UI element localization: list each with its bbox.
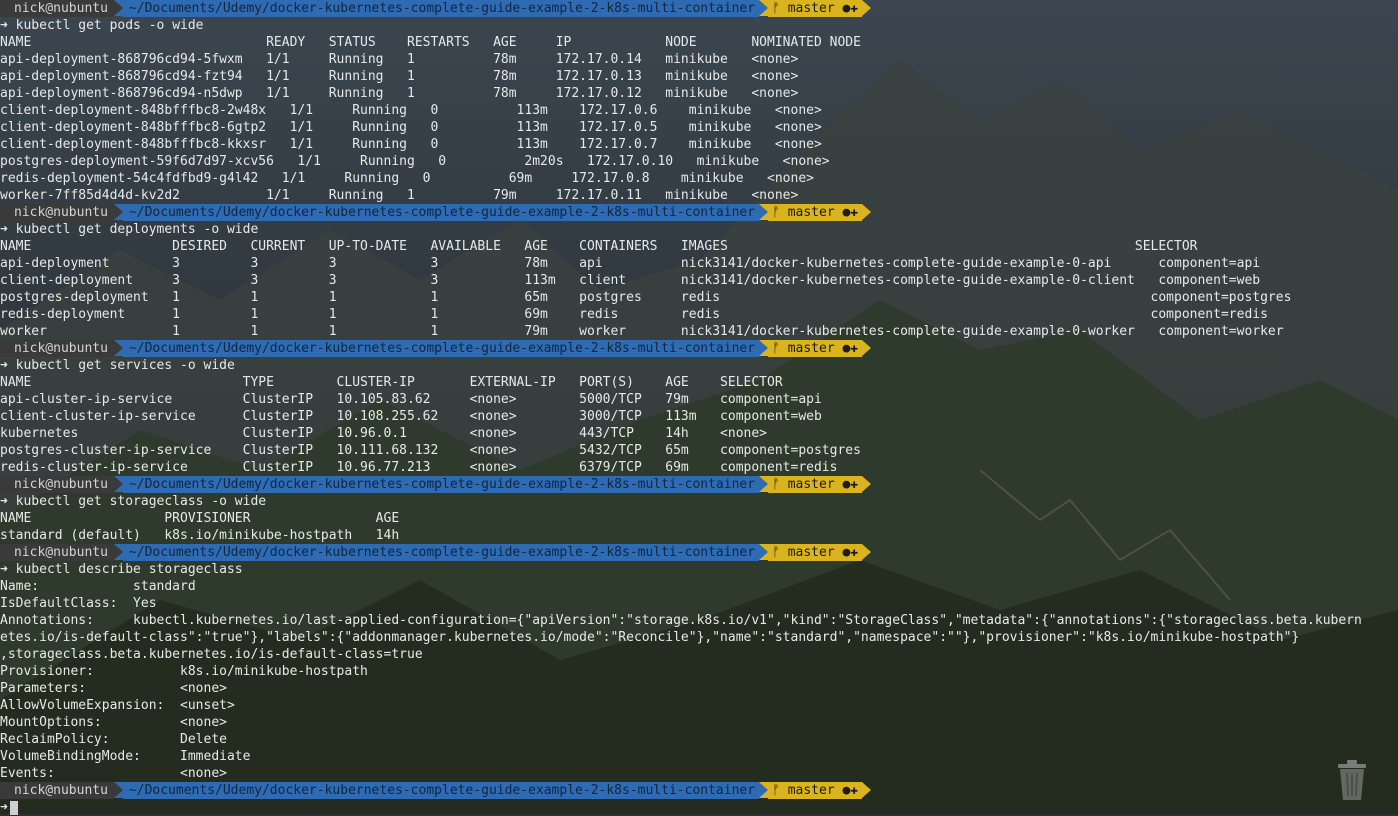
input-line[interactable]: ➜ xyxy=(0,799,1398,816)
prompt-user: nick@nubuntu xyxy=(0,782,114,799)
command-text: kubectl get deployments -o wide xyxy=(7,222,259,237)
output-line: api-deployment-868796cd94-5fwxm 1/1 Runn… xyxy=(0,52,799,67)
output-line: api-deployment-868796cd94-fzt94 1/1 Runn… xyxy=(0,69,799,84)
prompt-arrow: ➜ xyxy=(0,494,8,509)
command-line: ➜ kubectl get pods -o wide xyxy=(0,17,1398,34)
output-line: MountOptions: <none> xyxy=(0,715,227,730)
output-line: ReclaimPolicy: Delete xyxy=(0,732,227,747)
output-header: Name: standard xyxy=(0,579,196,594)
prompt-user: nick@nubuntu xyxy=(0,340,114,357)
prompt-user: nick@nubuntu xyxy=(0,204,114,221)
output-line: worker-7ff85d4d4d-kv2d2 1/1 Running 1 79… xyxy=(0,188,799,203)
powerline-separator xyxy=(113,204,123,220)
cursor xyxy=(9,800,18,815)
git-branch: ᚠ master ●✚ xyxy=(768,476,863,493)
git-branch: ᚠ master ●✚ xyxy=(768,544,863,561)
powerline-separator xyxy=(759,204,769,220)
output-line: postgres-deployment 1 1 1 1 65m postgres… xyxy=(0,290,1292,305)
powerline-separator xyxy=(759,0,769,16)
prompt-line: nick@nubuntu ~/Documents/Udemy/docker-kub… xyxy=(0,782,1398,799)
output-line: Annotations: kubectl.kubernetes.io/last-… xyxy=(0,613,1362,628)
output-line: AllowVolumeExpansion: <unset> xyxy=(0,698,235,713)
output-line: api-deployment 3 3 3 3 78m api nick3141/… xyxy=(0,256,1261,271)
output-line: client-deployment 3 3 3 3 113m client ni… xyxy=(0,273,1261,288)
prompt-user: nick@nubuntu xyxy=(0,544,114,561)
output-header: NAME READY STATUS RESTARTS AGE IP NODE N… xyxy=(0,35,861,50)
powerline-separator xyxy=(113,340,123,356)
output-line: VolumeBindingMode: Immediate xyxy=(0,749,251,764)
output-line: redis-deployment 1 1 1 1 69m redis redis… xyxy=(0,307,1268,322)
prompt-line: nick@nubuntu ~/Documents/Udemy/docker-kub… xyxy=(0,204,1398,221)
output-line: ,storageclass.beta.kubernetes.io/is-defa… xyxy=(0,647,423,662)
terminal-output[interactable]: nick@nubuntu ~/Documents/Udemy/docker-kub… xyxy=(0,0,1398,816)
git-branch: ᚠ master ●✚ xyxy=(768,204,863,221)
command-line: ➜ kubectl get storageclass -o wide xyxy=(0,493,1398,510)
powerline-separator xyxy=(759,544,769,560)
powerline-separator xyxy=(759,782,769,798)
prompt-line: nick@nubuntu ~/Documents/Udemy/docker-kub… xyxy=(0,476,1398,493)
output-line: Parameters: <none> xyxy=(0,681,227,696)
command-line: ➜ kubectl get services -o wide xyxy=(0,357,1398,374)
powerline-separator xyxy=(862,0,872,16)
output-line: IsDefaultClass: Yes xyxy=(0,596,157,611)
prompt-arrow: ➜ xyxy=(0,18,8,33)
output-line: standard (default) k8s.io/minikube-hostp… xyxy=(0,528,400,543)
powerline-separator xyxy=(759,340,769,356)
output-line: redis-deployment-54c4fdfbd9-g4l42 1/1 Ru… xyxy=(0,171,814,186)
prompt-arrow: ➜ xyxy=(0,358,8,373)
powerline-separator xyxy=(113,0,123,16)
powerline-separator xyxy=(862,544,872,560)
powerline-separator xyxy=(113,782,123,798)
output-line: etes.io/is-default-class":"true"},"label… xyxy=(0,630,1300,645)
output-line: postgres-cluster-ip-service ClusterIP 10… xyxy=(0,443,861,458)
command-text: kubectl get services -o wide xyxy=(7,358,235,373)
prompt-path: ~/Documents/Udemy/docker-kubernetes-comp… xyxy=(122,0,760,17)
powerline-separator xyxy=(862,340,872,356)
output-line: kubernetes ClusterIP 10.96.0.1 <none> 44… xyxy=(0,426,768,441)
prompt-path: ~/Documents/Udemy/docker-kubernetes-comp… xyxy=(122,340,760,357)
prompt-line: nick@nubuntu ~/Documents/Udemy/docker-kub… xyxy=(0,544,1398,561)
prompt-user: nick@nubuntu xyxy=(0,0,114,17)
prompt-path: ~/Documents/Udemy/docker-kubernetes-comp… xyxy=(122,544,760,561)
command-text: kubectl get pods -o wide xyxy=(7,18,204,33)
output-line: client-deployment-848bfffbc8-2w48x 1/1 R… xyxy=(0,103,822,118)
command-line: ➜ kubectl describe storageclass xyxy=(0,561,1398,578)
output-line: api-deployment-868796cd94-n5dwp 1/1 Runn… xyxy=(0,86,799,101)
prompt-line: nick@nubuntu ~/Documents/Udemy/docker-kub… xyxy=(0,0,1398,17)
prompt-arrow: ➜ xyxy=(0,562,8,577)
command-line: ➜ kubectl get deployments -o wide xyxy=(0,221,1398,238)
prompt-line: nick@nubuntu ~/Documents/Udemy/docker-kub… xyxy=(0,340,1398,357)
output-line: Events: <none> xyxy=(0,766,227,781)
output-line: Provisioner: k8s.io/minikube-hostpath xyxy=(0,664,368,679)
prompt-arrow: ➜ xyxy=(0,800,8,815)
output-header: NAME PROVISIONER AGE xyxy=(0,511,400,526)
prompt-path: ~/Documents/Udemy/docker-kubernetes-comp… xyxy=(122,204,760,221)
powerline-separator xyxy=(759,476,769,492)
powerline-separator xyxy=(113,544,123,560)
command-text: kubectl describe storageclass xyxy=(7,562,243,577)
output-line: client-deployment-848bfffbc8-6gtp2 1/1 R… xyxy=(0,120,822,135)
powerline-separator xyxy=(862,782,872,798)
command-text: kubectl get storageclass -o wide xyxy=(7,494,267,509)
powerline-separator xyxy=(113,476,123,492)
powerline-separator xyxy=(862,476,872,492)
powerline-separator xyxy=(862,204,872,220)
output-line: worker 1 1 1 1 79m worker nick3141/docke… xyxy=(0,324,1284,339)
output-line: postgres-deployment-59f6d7d97-xcv56 1/1 … xyxy=(0,154,830,169)
prompt-path: ~/Documents/Udemy/docker-kubernetes-comp… xyxy=(122,782,760,799)
git-branch: ᚠ master ●✚ xyxy=(768,782,863,799)
prompt-arrow: ➜ xyxy=(0,222,8,237)
output-header: NAME DESIRED CURRENT UP-TO-DATE AVAILABL… xyxy=(0,239,1198,254)
output-line: client-cluster-ip-service ClusterIP 10.1… xyxy=(0,409,822,424)
prompt-user: nick@nubuntu xyxy=(0,476,114,493)
prompt-path: ~/Documents/Udemy/docker-kubernetes-comp… xyxy=(122,476,760,493)
git-branch: ᚠ master ●✚ xyxy=(768,340,863,357)
git-branch: ᚠ master ●✚ xyxy=(768,0,863,17)
trash-icon[interactable] xyxy=(1334,758,1370,802)
output-header: NAME TYPE CLUSTER-IP EXTERNAL-IP PORT(S)… xyxy=(0,375,783,390)
output-line: redis-cluster-ip-service ClusterIP 10.96… xyxy=(0,460,838,475)
output-line: api-cluster-ip-service ClusterIP 10.105.… xyxy=(0,392,822,407)
output-line: client-deployment-848bfffbc8-kkxsr 1/1 R… xyxy=(0,137,822,152)
